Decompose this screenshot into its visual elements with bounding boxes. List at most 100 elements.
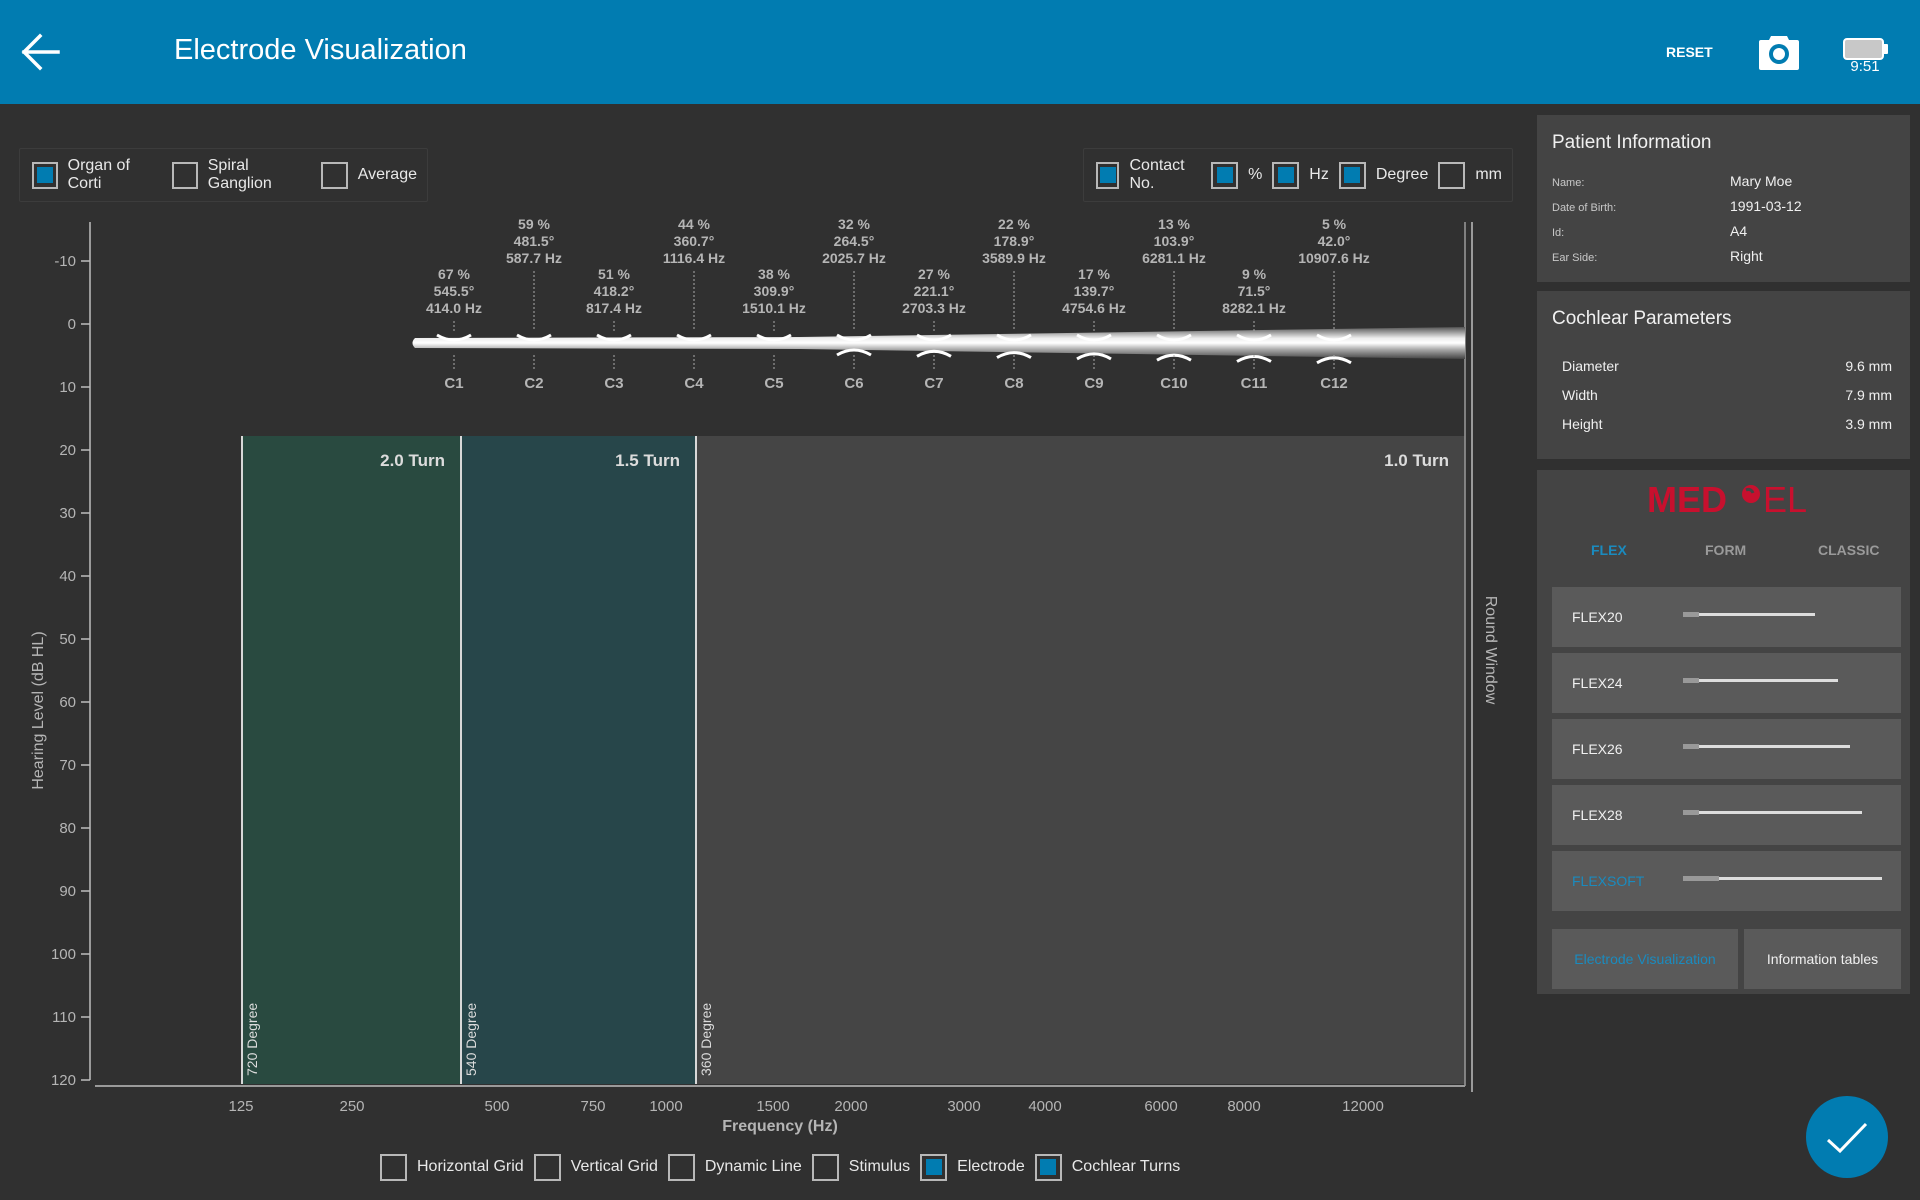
electrode-thumbnail-icon <box>1683 810 1862 815</box>
checkbox-label: Stimulus <box>848 1158 911 1175</box>
contact-frequency-label: 817.4 Hz <box>586 300 642 316</box>
contact-name-label: C9 <box>1084 375 1103 392</box>
contact-degree-label: 545.5° <box>434 283 475 299</box>
model-name: FLEX28 <box>1572 807 1623 823</box>
contact-frequency-label: 10907.6 Hz <box>1298 250 1370 266</box>
model-flex26[interactable]: FLEX26 <box>1552 719 1901 779</box>
camera-icon <box>1759 36 1799 70</box>
patient-id-row: Id: A4 <box>1552 223 1892 243</box>
contact-name-label: C7 <box>924 375 943 392</box>
electrode-checkbox[interactable]: Electrode <box>920 1153 1035 1181</box>
model-flex28[interactable]: FLEX28 <box>1552 785 1901 845</box>
logo-text-left: MED <box>1647 480 1727 520</box>
battery-icon <box>1843 38 1889 60</box>
model-name: FLEXSOFT <box>1572 873 1645 889</box>
patient-name-row: Name: Mary Moe <box>1552 173 1892 193</box>
turn-degree-label: 540 Degree <box>463 1003 479 1076</box>
checkbox-box[interactable] <box>1438 161 1466 189</box>
screenshot-button[interactable] <box>1758 33 1800 71</box>
checkbox-box[interactable] <box>320 161 348 189</box>
width-value: 7.9 mm <box>1845 387 1892 403</box>
contact-frequency-label: 6281.1 Hz <box>1142 250 1206 266</box>
electrode-thumbnail-icon <box>1683 612 1815 617</box>
checkbox-box[interactable] <box>1096 161 1120 189</box>
checkbox-box[interactable] <box>920 1153 948 1181</box>
y-tick-label: 0 <box>68 316 76 333</box>
checkbox-checked-mark <box>36 167 53 183</box>
contact-no-checkbox[interactable]: Contact No. <box>1096 157 1211 193</box>
organ-of-corti-checkbox[interactable]: Organ of Corti <box>32 157 172 193</box>
back-button[interactable] <box>18 30 66 74</box>
average-checkbox[interactable]: Average <box>320 161 427 189</box>
checkbox-box[interactable] <box>1034 1153 1062 1181</box>
label-options: Contact No. % Hz Degree mm <box>1083 148 1513 202</box>
contact-degree-label: 309.9° <box>754 283 795 299</box>
x-tick-label: 1500 <box>756 1098 789 1115</box>
electrode-visualization-button[interactable]: Electrode Visualization <box>1552 929 1738 989</box>
checkbox-box[interactable] <box>667 1153 695 1181</box>
tab-form[interactable]: FORM <box>1705 542 1746 558</box>
checkbox-box[interactable] <box>1211 161 1239 189</box>
contact-name-label: C8 <box>1004 375 1023 392</box>
y-tick-label: 60 <box>59 694 76 711</box>
x-tick-label: 8000 <box>1227 1098 1260 1115</box>
spiral-ganglion-checkbox[interactable]: Spiral Ganglion <box>172 157 321 193</box>
model-flex24[interactable]: FLEX24 <box>1552 653 1901 713</box>
horizontal-grid-checkbox[interactable]: Horizontal Grid <box>380 1153 534 1181</box>
logo-mark-icon <box>1742 485 1760 503</box>
checkbox-label: mm <box>1475 166 1502 183</box>
checkbox-box[interactable] <box>811 1153 839 1181</box>
reset-button[interactable]: RESET <box>1666 44 1713 60</box>
confirm-button[interactable] <box>1806 1096 1888 1178</box>
contact-percent-label: 9 % <box>1242 266 1267 282</box>
patient-id-value: A4 <box>1730 223 1748 239</box>
checkbox-checked-mark <box>1344 167 1361 183</box>
dynamic-line-checkbox[interactable]: Dynamic Line <box>667 1153 812 1181</box>
turn-region <box>696 436 1465 1084</box>
percent-checkbox[interactable]: % <box>1211 161 1272 189</box>
contact-frequency-label: 414.0 Hz <box>426 300 482 316</box>
cochlear-turns-checkbox[interactable]: Cochlear Turns <box>1034 1153 1191 1181</box>
information-tables-button[interactable]: Information tables <box>1744 929 1901 989</box>
model-flexsoft[interactable]: FLEXSOFT <box>1552 851 1901 911</box>
patient-ear-row: Ear Side: Right <box>1552 248 1892 268</box>
contact-frequency-label: 1116.4 Hz <box>663 250 725 266</box>
checkbox-box[interactable] <box>32 161 58 189</box>
y-tick-label: 30 <box>59 505 76 522</box>
y-axis-title: Hearing Level (dB HL) <box>30 631 47 789</box>
height-row: Height 3.9 mm <box>1562 416 1892 438</box>
tab-flex[interactable]: FLEX <box>1591 542 1627 558</box>
y-tick-label: 50 <box>59 631 76 648</box>
electrode-thumbnail-icon <box>1683 678 1838 683</box>
vertical-grid-checkbox[interactable]: Vertical Grid <box>533 1153 668 1181</box>
checkbox-box[interactable] <box>172 161 198 189</box>
contact-degree-label: 221.1° <box>914 283 955 299</box>
stimulus-checkbox[interactable]: Stimulus <box>811 1153 920 1181</box>
contact-name-label: C10 <box>1160 375 1188 392</box>
checkbox-box[interactable] <box>1338 161 1366 189</box>
checkbox-box[interactable] <box>380 1153 407 1181</box>
tab-classic[interactable]: CLASSIC <box>1818 542 1879 558</box>
model-flex20[interactable]: FLEX20 <box>1552 587 1901 647</box>
contact-percent-label: 13 % <box>1158 216 1190 232</box>
hz-checkbox[interactable]: Hz <box>1272 161 1339 189</box>
checkbox-label: Vertical Grid <box>570 1158 658 1175</box>
checkbox-box[interactable] <box>533 1153 561 1181</box>
checkbox-label: Contact No. <box>1129 157 1185 192</box>
degree-checkbox[interactable]: Degree <box>1338 161 1438 189</box>
checkbox-checked-mark <box>925 1159 942 1175</box>
y-tick-label: 120 <box>51 1072 76 1089</box>
contact-percent-label: 17 % <box>1078 266 1110 282</box>
electrode-chart: 2.0 Turn 720 Degree 1.5 Turn 540 Degree 1.0 … <box>0 210 1520 1150</box>
checkbox-box[interactable] <box>1272 161 1300 189</box>
electrode-thumbnail-icon <box>1683 876 1882 881</box>
y-tick-label: 70 <box>59 757 76 774</box>
arrow-left-icon <box>21 33 60 71</box>
round-window-label: Round Window <box>1482 596 1499 705</box>
contact-frequency-label: 3589.9 Hz <box>982 250 1046 266</box>
height-value: 3.9 mm <box>1845 416 1892 432</box>
mm-checkbox[interactable]: mm <box>1438 161 1512 189</box>
contact-name-label: C2 <box>524 375 543 392</box>
patient-info-panel: Patient Information Name: Mary Moe Date … <box>1537 115 1910 282</box>
checkbox-label: Average <box>357 166 417 183</box>
